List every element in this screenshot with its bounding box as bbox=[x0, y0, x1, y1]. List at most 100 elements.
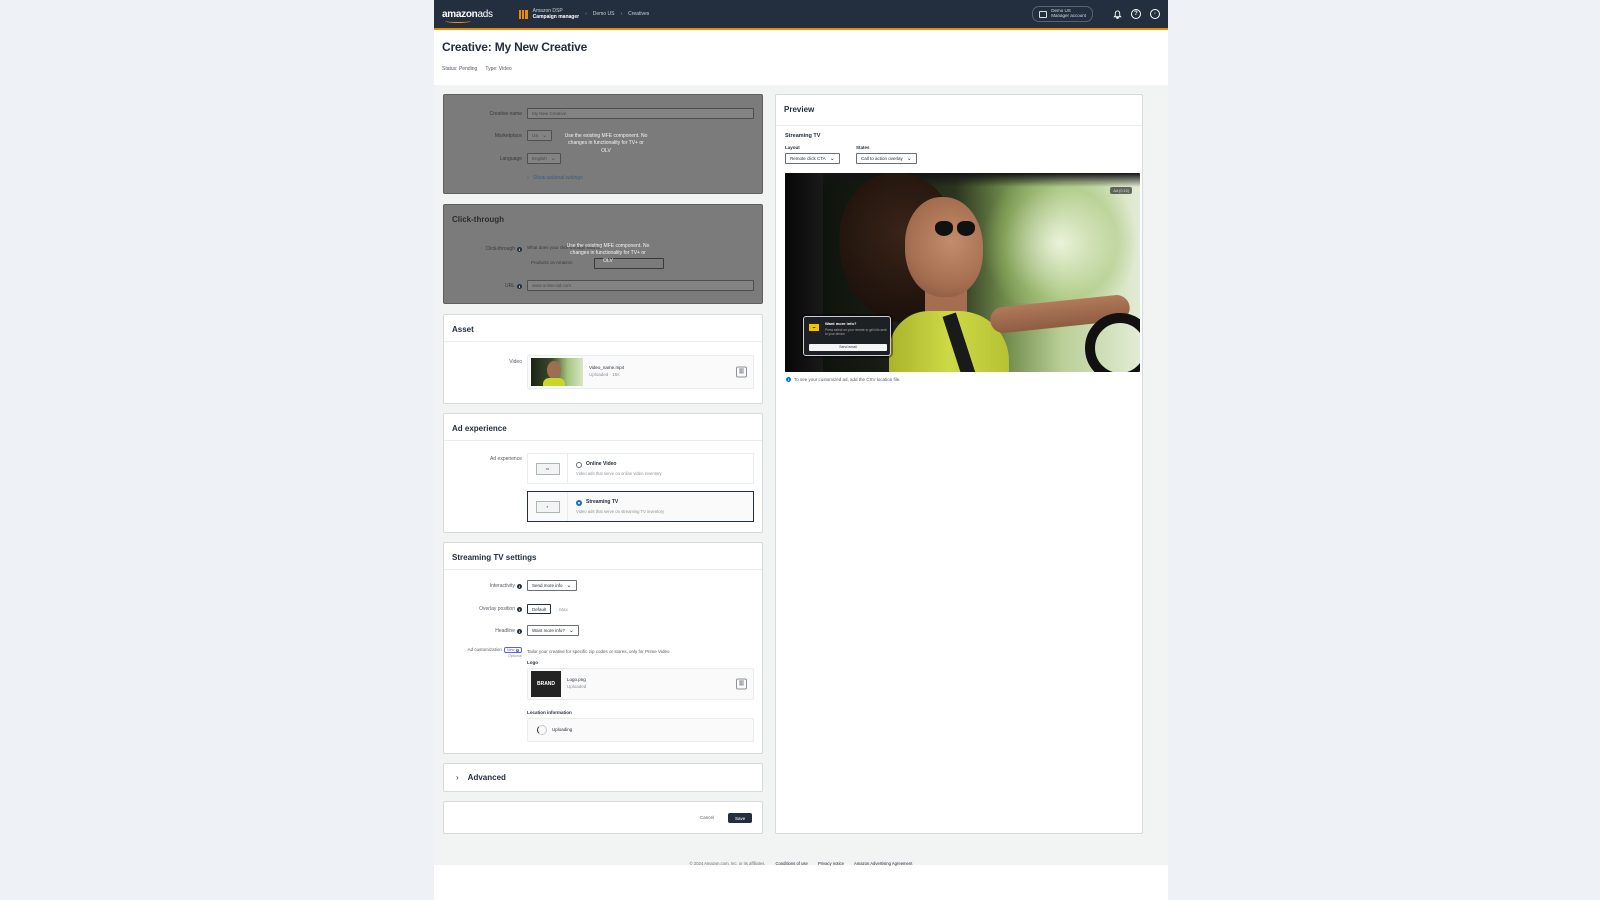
ad-experience-heading: Ad experience bbox=[452, 424, 507, 433]
logo-thumbnail[interactable]: BRAND bbox=[531, 671, 561, 697]
video-asset-row: Video_name.mp4 Uploaded · 15s ▥ bbox=[527, 355, 754, 389]
states-select[interactable]: Call to action overlay ⌄ bbox=[856, 153, 917, 164]
overlay-default-option[interactable]: Default bbox=[527, 604, 552, 614]
interactivity-select[interactable]: Send more info ⌄ bbox=[527, 580, 577, 591]
online-video-radio[interactable] bbox=[576, 461, 582, 468]
mfe-note: Use the existing MFE component. No chang… bbox=[566, 243, 650, 264]
video-thumbnail[interactable] bbox=[531, 358, 583, 386]
breadcrumb-demo-us[interactable]: Demo US bbox=[593, 11, 615, 17]
chevron-down-icon: ⌄ bbox=[829, 155, 835, 162]
top-navigation-bar: amazonads Amazon DSP Campaign manager › … bbox=[434, 0, 1168, 30]
chevron-down-icon: ⌄ bbox=[566, 582, 572, 589]
delete-logo-icon[interactable]: ▥ bbox=[736, 678, 747, 690]
url-label: URL i bbox=[504, 283, 522, 289]
preview-panel: Preview Streaming TV Layout Remote click… bbox=[775, 94, 1143, 834]
ad-experience-label: Ad experience bbox=[490, 456, 522, 462]
streaming-tv-icon: ▪ bbox=[535, 500, 560, 513]
breadcrumb-separator-icon: › bbox=[620, 11, 623, 17]
loading-spinner-icon bbox=[537, 725, 547, 735]
online-video-icon: ▭ bbox=[535, 462, 560, 475]
page-footer: © 2024 Amazon.com, Inc. or its affiliate… bbox=[434, 861, 1168, 866]
footer-link-conditions[interactable]: Conditions of use bbox=[776, 861, 808, 866]
logo-file-meta: Uploaded bbox=[567, 684, 587, 689]
ad-customization-label-group: Ad customization New i Optional bbox=[468, 647, 522, 659]
streaming-tv-settings-card: Streaming TV settings Interactivity i Sen… bbox=[443, 542, 763, 754]
chevron-down-icon: ⌄ bbox=[542, 132, 548, 139]
show-optional-settings-link[interactable]: › Show optional settings bbox=[527, 175, 583, 181]
cta-overlay: ▬ Want more info? Press select on your r… bbox=[803, 316, 891, 356]
footer-link-agreement[interactable]: Amazon Advertising Agreement bbox=[854, 861, 912, 866]
advanced-label: Advanced bbox=[467, 773, 506, 782]
save-button[interactable]: Save bbox=[728, 813, 753, 823]
settings-icon[interactable]: ◦ bbox=[1150, 9, 1160, 19]
click-through-heading: Click-through bbox=[452, 215, 504, 224]
ad-customization-description: Tailor your creative for specific zip co… bbox=[527, 649, 670, 654]
help-icon[interactable]: ? bbox=[1131, 9, 1141, 19]
brand-logo-icon: ▬ bbox=[808, 323, 820, 332]
amazon-ads-logo[interactable]: amazonads bbox=[442, 9, 493, 23]
creative-name-input[interactable]: My New Creative bbox=[527, 108, 754, 119]
cta-button[interactable]: Send email bbox=[809, 344, 887, 351]
logo-asset-row: BRAND Logo.png Uploaded ▥ bbox=[527, 668, 754, 700]
overlay-max-option[interactable]: Max bbox=[554, 604, 573, 614]
ad-timer-badge: Ad (0:15) bbox=[1110, 187, 1132, 194]
video-label: Video bbox=[509, 359, 522, 365]
logo-smile-icon bbox=[445, 19, 471, 23]
chevron-down-icon: ⌄ bbox=[906, 155, 912, 162]
footer-link-privacy[interactable]: Privacy notice bbox=[818, 861, 844, 866]
creative-name-label: Creative name bbox=[489, 111, 522, 117]
advanced-section[interactable]: › Advanced bbox=[443, 763, 763, 792]
action-bar: Cancel Save bbox=[443, 801, 763, 834]
streaming-tv-radio[interactable] bbox=[576, 499, 582, 506]
overlay-position-toggle: Default Max bbox=[527, 604, 573, 614]
language-label: Language bbox=[499, 156, 522, 162]
page-title: Creative: My New Creative bbox=[442, 40, 588, 54]
type-text: Type: Video bbox=[485, 66, 512, 72]
delete-video-icon[interactable]: ▥ bbox=[736, 366, 747, 378]
click-through-label: Click-through i bbox=[485, 246, 522, 252]
product-switcher[interactable]: Amazon DSP Campaign manager bbox=[533, 8, 579, 20]
preview-subheading: Streaming TV bbox=[785, 133, 821, 139]
chevron-down-icon: ⌄ bbox=[568, 627, 574, 634]
chevron-right-icon: › bbox=[456, 773, 459, 782]
bell-icon[interactable] bbox=[1112, 9, 1122, 19]
account-icon bbox=[1039, 10, 1048, 18]
option-online-video[interactable]: ▭ Online Video Video ads that serve on o… bbox=[527, 453, 754, 484]
layout-label: Layout bbox=[785, 145, 800, 150]
cancel-button[interactable]: Cancel bbox=[700, 815, 714, 820]
ad-experience-card: Ad experience Ad experience ▭ Online Vid… bbox=[443, 413, 763, 533]
page-header: Creative: My New Creative Status: Pendin… bbox=[434, 30, 1168, 85]
logo-label: Logo bbox=[527, 660, 538, 665]
chevron-down-icon: ⌄ bbox=[550, 155, 556, 162]
chevron-right-icon: › bbox=[527, 175, 529, 181]
optional-text: Optional bbox=[507, 653, 522, 658]
preview-footnote: i To see your customized ad, add the CSV… bbox=[786, 377, 901, 382]
marketplace-label: Marketplace bbox=[494, 133, 522, 139]
copyright-text: © 2024 Amazon.com, Inc. or its affiliate… bbox=[689, 861, 766, 866]
asset-heading: Asset bbox=[452, 325, 474, 334]
url-input[interactable]: www.online-ad.com bbox=[527, 280, 754, 291]
logo-file-name: Logo.png bbox=[567, 677, 586, 683]
streaming-tv-settings-heading: Streaming TV settings bbox=[452, 553, 537, 562]
layout-select[interactable]: Remote click CTA ⌄ bbox=[785, 153, 840, 164]
general-settings-card: Creative name My New Creative Marketplac… bbox=[443, 94, 763, 194]
uploading-text: Uploading bbox=[552, 726, 573, 732]
option-streaming-tv[interactable]: ▪ Streaming TV Video ads that serve on s… bbox=[527, 491, 754, 522]
states-label: States bbox=[856, 145, 870, 150]
video-file-name: Video_name.mp4 bbox=[589, 365, 625, 371]
headline-select[interactable]: Want more info? ⌄ bbox=[527, 625, 579, 636]
breadcrumb-separator-icon: › bbox=[585, 11, 587, 17]
cta-title: Want more info? bbox=[825, 321, 857, 326]
new-badge: New i bbox=[503, 647, 522, 654]
video-file-meta: Uploaded · 15s bbox=[589, 372, 620, 377]
preview-heading: Preview bbox=[784, 105, 815, 114]
interactivity-label: Interactivity i bbox=[489, 583, 522, 589]
language-select[interactable]: English ⌄ bbox=[527, 153, 561, 164]
account-switcher[interactable]: Demo US Manager account bbox=[1032, 6, 1093, 22]
breadcrumb: Amazon DSP Campaign manager › Demo US › … bbox=[533, 8, 650, 20]
ad-customization-label: Ad customization bbox=[467, 647, 502, 652]
marketplace-select[interactable]: US ⌄ bbox=[527, 130, 553, 141]
info-icon: i bbox=[517, 628, 522, 634]
preview-video-player[interactable]: Ad (0:15) ▬ Want more info? Press select… bbox=[785, 173, 1140, 372]
breadcrumb-creatives[interactable]: Creatives bbox=[628, 11, 649, 17]
